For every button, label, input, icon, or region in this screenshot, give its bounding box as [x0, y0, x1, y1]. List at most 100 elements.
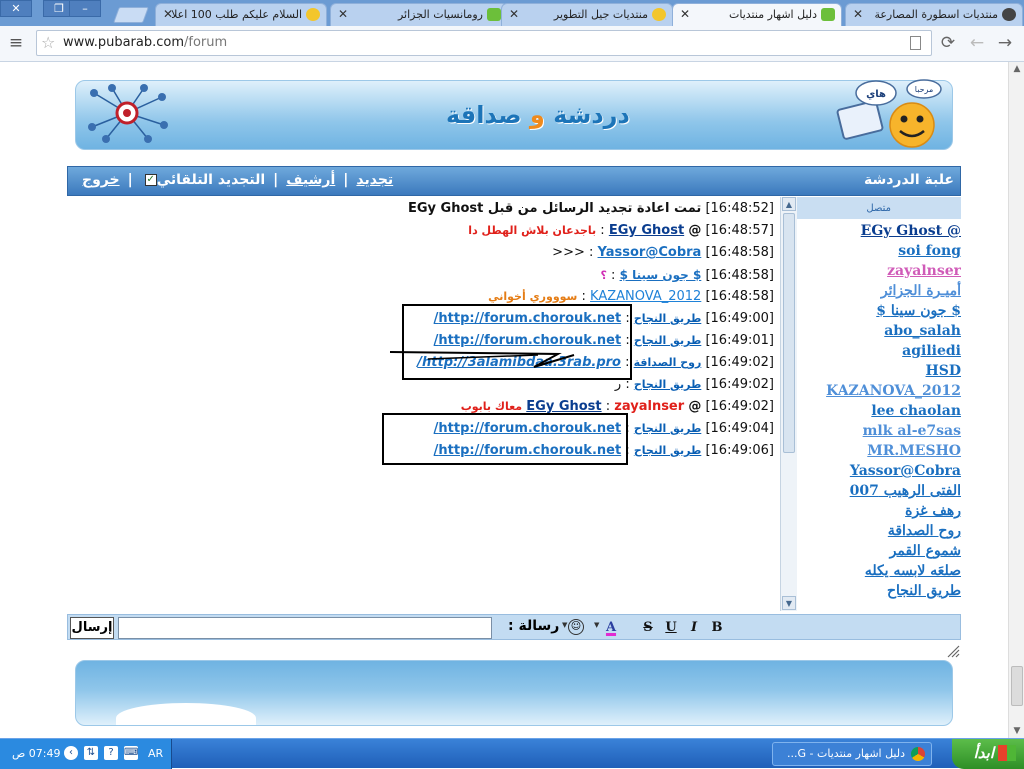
- address-bar[interactable]: ☆ www.pubarab.com/forum: [36, 30, 932, 56]
- scroll-down-arrow-icon[interactable]: ▼: [782, 596, 796, 610]
- scroll-thumb[interactable]: [1011, 666, 1023, 706]
- online-user-link[interactable]: Yassor@Cobra: [797, 463, 961, 479]
- tab-5[interactable]: ✕ منتديات اسطورة المصارعة: [845, 3, 1023, 26]
- arrow-icon[interactable]: ‹: [64, 746, 78, 760]
- strikethrough-button[interactable]: S: [639, 619, 657, 637]
- message-user-link[interactable]: EGy Ghost: [526, 399, 601, 414]
- logout-link[interactable]: خروج: [82, 172, 120, 188]
- close-icon[interactable]: ✕: [163, 4, 173, 25]
- italic-button[interactable]: I: [685, 619, 703, 637]
- window-minimize-button[interactable]: –: [69, 0, 101, 17]
- refresh-link[interactable]: تجديد: [356, 172, 393, 188]
- scroll-up-arrow-icon[interactable]: ▲: [1009, 62, 1024, 76]
- message-separator: :: [600, 223, 605, 238]
- message-user-link[interactable]: Yassor@Cobra: [598, 245, 702, 260]
- online-user-link[interactable]: lee chaolan: [797, 403, 961, 419]
- separator: |: [273, 172, 279, 188]
- message-scrollbar[interactable]: ▲ ▼: [780, 197, 797, 611]
- close-icon[interactable]: ✕: [680, 4, 690, 25]
- close-icon[interactable]: ✕: [509, 4, 519, 25]
- message-user-link[interactable]: KAZANOVA_2012: [590, 289, 701, 304]
- underline-button[interactable]: U: [662, 619, 680, 637]
- message-user-link[interactable]: طريق النجاح: [634, 422, 701, 435]
- online-user-link[interactable]: طريق النجاح: [797, 583, 961, 599]
- annotation-box: [382, 413, 628, 465]
- scroll-up-arrow-icon[interactable]: ▲: [782, 197, 796, 211]
- annotation-scribble: [389, 351, 575, 368]
- start-label: ابدأ: [973, 744, 994, 762]
- start-button[interactable]: ابدأ: [952, 739, 1024, 769]
- message-user-link[interactable]: طريق النجاح: [634, 312, 701, 325]
- tab-2[interactable]: ✕ رومانسيات الجزائر: [330, 3, 508, 26]
- online-user-link[interactable]: MR.MESHO: [797, 443, 961, 459]
- online-user-link[interactable]: agiliedi: [797, 343, 961, 359]
- scroll-thumb[interactable]: [783, 213, 795, 453]
- online-user-link[interactable]: KAZANOVA_2012: [797, 383, 961, 399]
- reload-icon[interactable]: ⟳: [937, 32, 959, 54]
- page-scrollbar[interactable]: ▲ ▼: [1008, 62, 1024, 738]
- message-user-link[interactable]: طريق النجاح: [634, 378, 701, 391]
- online-user-link[interactable]: abo_salah: [797, 323, 961, 339]
- message-user-link[interactable]: روح الصداقة: [634, 356, 702, 369]
- forward-arrow-icon[interactable]: →: [994, 32, 1016, 54]
- tab-1[interactable]: ✕ السلام عليكم طلب 100 اعلا: [155, 3, 327, 26]
- online-user-link[interactable]: شموع القمر: [797, 543, 961, 559]
- text-color-button[interactable]: A: [602, 619, 620, 637]
- chevron-down-icon[interactable]: ▼: [594, 621, 599, 629]
- online-user-link[interactable]: EGy Ghost @: [797, 223, 961, 239]
- online-user-link[interactable]: zayalnser: [797, 263, 961, 279]
- window-close-button[interactable]: ✕: [0, 0, 32, 17]
- network-icon[interactable]: ⇅: [84, 746, 98, 760]
- banner-title-word-1: دردشة: [553, 101, 630, 129]
- message-user-link[interactable]: طريق النجاح: [634, 444, 701, 457]
- scroll-down-arrow-icon[interactable]: ▼: [1009, 724, 1024, 738]
- browser-tab-strip: ✕ ❐ – ✕ السلام عليكم طلب 100 اعلا ✕ روما…: [0, 0, 1024, 27]
- chat-title: علبة الدردشة: [863, 172, 954, 188]
- separator: |: [343, 172, 349, 188]
- bubble-hi: هاي: [866, 89, 886, 100]
- separator: |: [127, 172, 133, 188]
- close-icon[interactable]: ✕: [853, 4, 863, 25]
- message-user-link[interactable]: طريق النجاح: [634, 334, 701, 347]
- back-arrow-icon[interactable]: ←: [966, 32, 988, 54]
- online-user-link[interactable]: صلعَه لابسه يكله: [797, 563, 961, 579]
- banner-title-word-2: صداقة: [446, 101, 522, 129]
- smiley-picker-icon[interactable]: ☺: [568, 619, 584, 635]
- online-users-list: متصل EGy Ghost @ soi fong zayalnser أميـرة …: [797, 197, 961, 611]
- message-user-link[interactable]: EGy Ghost: [609, 223, 684, 238]
- send-button[interactable]: إرسال: [70, 617, 114, 639]
- smiley-favicon-icon: [306, 8, 320, 21]
- taskbar-item-chrome[interactable]: دليل اشهار منتديات - G...: [772, 742, 932, 766]
- online-user-link[interactable]: $ جون سينا $: [797, 303, 961, 319]
- new-tab-button[interactable]: [113, 7, 149, 23]
- system-message: تمت اعادة تجديد الرسائل من قبل EGy Ghost: [407, 201, 702, 216]
- network-target-logo-icon: [88, 84, 168, 143]
- help-icon[interactable]: ?: [104, 746, 118, 760]
- message-user-link[interactable]: $ جون سينا $: [620, 268, 702, 282]
- online-user-link[interactable]: mlk al-e7sas: [797, 423, 961, 439]
- language-indicator[interactable]: AR: [148, 747, 163, 760]
- online-user-link[interactable]: soi fong: [797, 243, 961, 259]
- message-input[interactable]: [118, 617, 492, 639]
- system-tray: 07:49 ص ‹ ⇅ ? ⌨ AR: [0, 739, 172, 769]
- auto-refresh-checkbox[interactable]: ✓: [144, 174, 157, 186]
- resize-grip-icon[interactable]: [946, 644, 960, 658]
- bookmark-star-icon[interactable]: ☆: [41, 32, 55, 54]
- message-time: [16:49:02]: [705, 399, 774, 414]
- online-user-link[interactable]: روح الصداقة: [797, 523, 961, 539]
- menu-icon[interactable]: ≡: [5, 32, 27, 54]
- tab-3[interactable]: ✕ منتديات جيل التطوير: [501, 3, 673, 26]
- tab-title: السلام عليكم طلب 100 اعلا: [171, 8, 302, 21]
- online-user-link[interactable]: أميـرة الجزائر: [797, 283, 961, 299]
- chevron-down-icon[interactable]: ▼: [562, 621, 567, 629]
- clock[interactable]: 07:49 ص: [12, 747, 61, 760]
- online-user-link[interactable]: الفتى الرهيب 007: [797, 483, 961, 499]
- tab-4-active[interactable]: ✕ دليل اشهار منتديات: [672, 3, 842, 27]
- close-icon[interactable]: ✕: [338, 4, 348, 25]
- archive-link[interactable]: أرشيف: [286, 172, 335, 188]
- online-user-link[interactable]: HSD: [797, 363, 961, 379]
- message-time: [16:49:04]: [705, 421, 774, 436]
- online-user-link[interactable]: رهف غزة: [797, 503, 961, 519]
- keyboard-icon[interactable]: ⌨: [124, 746, 138, 760]
- bold-button[interactable]: B: [708, 619, 726, 637]
